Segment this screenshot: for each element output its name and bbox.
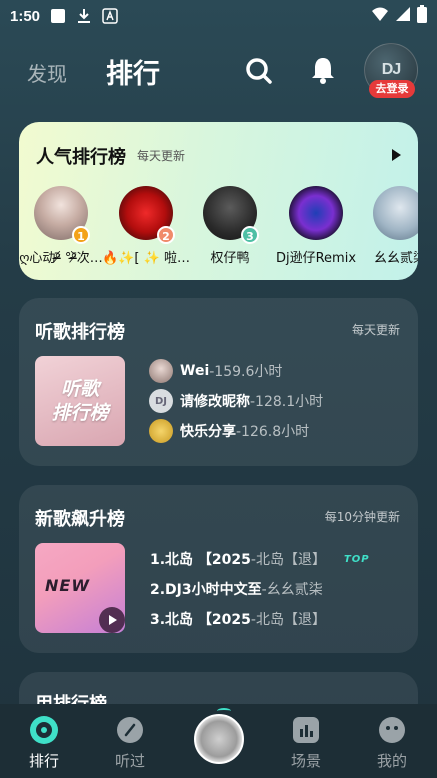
song-artist: -北岛【退】 — [250, 552, 326, 568]
popular-subtitle: 每天更新 — [137, 149, 186, 163]
top-header: 发现 排行 DJ 去登录 — [0, 40, 437, 104]
song-title: 3.北岛 【2025 — [150, 612, 251, 628]
song-artist: -幺幺贰柒 — [261, 582, 323, 598]
popular-item-name: ღ心动ᵒ̴̶̷᷄ °ᵒ̴̶̷᷅次… — [19, 251, 103, 266]
listen-hours: -128.1小时 — [250, 394, 324, 410]
rank-badge: 3 — [241, 226, 259, 244]
rank-disc-icon — [30, 716, 58, 744]
top-tag: TOP — [343, 553, 370, 565]
notification-square-icon — [50, 8, 66, 24]
history-disc-icon — [116, 716, 144, 744]
download-icon — [76, 8, 92, 24]
avatar — [149, 419, 173, 443]
status-indicators — [371, 5, 427, 27]
profile-face-icon — [378, 716, 406, 744]
rank-badge: 2 — [157, 226, 175, 244]
bell-icon[interactable] — [307, 54, 339, 86]
login-badge[interactable]: 去登录 — [369, 80, 415, 98]
new-songs-cover[interactable]: NEW — [35, 543, 125, 633]
tab-rank[interactable]: 排行 — [106, 52, 160, 91]
app-a-icon — [102, 8, 118, 24]
signal-icon — [395, 6, 411, 26]
avatar: 3 — [203, 186, 259, 244]
user-name: Wei — [180, 363, 210, 379]
search-icon[interactable] — [244, 56, 274, 86]
avatar: 1 — [34, 186, 90, 244]
nav-label: 场景 — [290, 752, 321, 770]
song-artist: -北岛【退】 — [250, 612, 326, 628]
play-button[interactable] — [99, 607, 125, 633]
default-avatar-icon: DJ — [149, 389, 173, 413]
new-songs-card[interactable]: 新歌飙升榜 每10分钟更新 NEW 1.北岛 【2025 -北岛【退】 TOP … — [19, 485, 418, 653]
listen-rank-row[interactable]: DJ 请修改昵称 -128.1小时 — [149, 389, 323, 413]
nav-item-rank[interactable]: 排行 — [14, 716, 74, 771]
avatar — [149, 359, 173, 383]
popular-item-name: 🔥✨[ ✨ 啦… — [102, 251, 190, 266]
nav-label: 排行 — [28, 752, 59, 770]
popular-title: 人气排行榜 — [36, 147, 126, 168]
listen-chart-subtitle: 每天更新 — [351, 323, 400, 337]
song-title: 1.北岛 【2025 — [150, 552, 251, 568]
listen-chart-card[interactable]: 听歌排行榜 每天更新 听歌 排行榜 Wei -159.6小时 DJ 请修改昵称 … — [19, 298, 418, 466]
bottom-nav: 排行 听过 场景 我的 — [0, 704, 437, 778]
popular-item[interactable]: 幺幺贰柒 — [355, 186, 418, 266]
new-songs-title: 新歌飙升榜 — [35, 509, 125, 530]
cover-line-1: 听歌 — [60, 378, 99, 400]
popular-item[interactable]: Dj逊仔Remix — [271, 186, 361, 266]
nav-label: 听过 — [114, 752, 145, 770]
listen-hours: -126.8小时 — [236, 424, 310, 440]
nav-label: 我的 — [376, 752, 407, 770]
user-name: 请修改昵称 — [180, 394, 250, 410]
cover-new-text: NEW — [45, 576, 90, 595]
rank-badge: 1 — [72, 226, 90, 244]
popular-item[interactable]: 1 ღ心动ᵒ̴̶̷᷄ °ᵒ̴̶̷᷅次… — [19, 186, 106, 266]
listen-rank-row[interactable]: 快乐分享 -126.8小时 — [149, 419, 309, 443]
listen-chart-cover[interactable]: 听歌 排行榜 — [35, 356, 125, 446]
popular-item-name: 幺幺贰柒 — [373, 251, 418, 266]
play-arrow-icon[interactable] — [389, 147, 403, 161]
new-songs-subtitle: 每10分钟更新 — [324, 510, 400, 524]
scene-chart-icon — [292, 716, 320, 744]
popular-chart-card[interactable]: 人气排行榜 每天更新 1 ღ心动ᵒ̴̶̷᷄ °ᵒ̴̶̷᷅次… 2 🔥✨[ ✨ 啦… — [19, 122, 418, 280]
listen-chart-title: 听歌排行榜 — [35, 322, 125, 343]
song-row[interactable]: 1.北岛 【2025 -北岛【退】 TOP — [150, 549, 370, 569]
song-row[interactable]: 3.北岛 【2025 -北岛【退】 — [150, 609, 326, 629]
popular-item[interactable]: 3 权仔鸭 — [185, 186, 275, 266]
battery-icon — [417, 5, 427, 27]
listen-rank-row[interactable]: Wei -159.6小时 — [149, 359, 282, 383]
cover-line-2: 排行榜 — [51, 402, 109, 424]
popular-item-name: 权仔鸭 — [210, 251, 250, 266]
nav-item-history[interactable]: 听过 — [100, 716, 160, 771]
now-playing-disc[interactable] — [194, 714, 244, 764]
popular-item[interactable]: 2 🔥✨[ ✨ 啦… — [101, 186, 191, 266]
avatar — [289, 186, 343, 240]
tab-discover[interactable]: 发现 — [27, 58, 67, 87]
user-name: 快乐分享 — [180, 424, 236, 440]
avatar: 2 — [119, 186, 175, 244]
wifi-icon — [371, 6, 389, 26]
status-bar: 1:50 — [0, 0, 437, 32]
popular-item-name: Dj逊仔Remix — [275, 251, 357, 266]
nav-item-scene[interactable]: 场景 — [276, 716, 336, 771]
listen-hours: -159.6小时 — [209, 364, 283, 380]
user-avatar-button[interactable]: DJ 去登录 — [364, 43, 418, 98]
song-title: 2.DJ3小时中文至 — [150, 582, 262, 598]
nav-item-mine[interactable]: 我的 — [362, 716, 422, 771]
song-row[interactable]: 2.DJ3小时中文至 -幺幺贰柒 — [150, 579, 323, 599]
avatar — [373, 186, 418, 240]
play-icon — [109, 615, 117, 625]
status-time: 1:50 — [10, 7, 41, 25]
